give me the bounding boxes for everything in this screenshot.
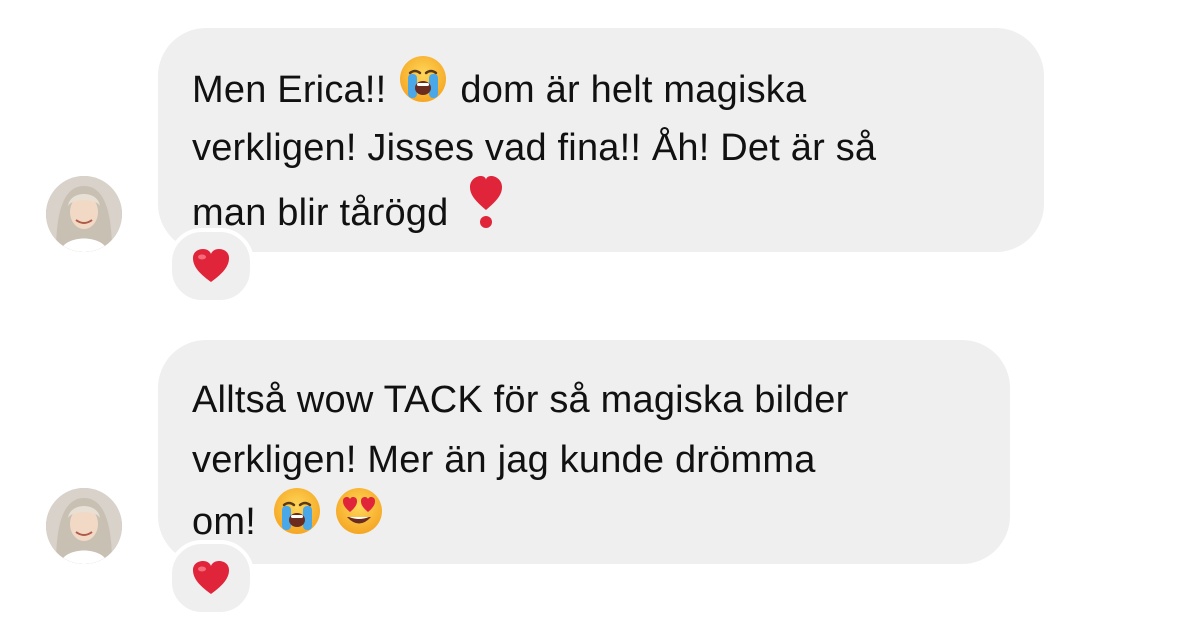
red-heart-icon (193, 249, 229, 282)
message-line: man blir tårögd (192, 176, 1010, 238)
user-avatar-icon (46, 176, 122, 252)
message-text: dom är helt magiska (460, 69, 807, 112)
reaction-badge[interactable] (168, 228, 254, 304)
message-text: Men Erica!! (192, 69, 387, 112)
loudly-crying-face-icon (398, 54, 448, 122)
loudly-crying-face-icon (272, 486, 322, 554)
message-line: verkligen! Mer än jag kunde drömma (192, 430, 976, 490)
message-bubble[interactable]: Alltså wow TACK för så magiska bilder ve… (158, 340, 1010, 564)
smiling-face-with-heart-eyes-icon (334, 486, 384, 554)
red-heart-icon (193, 561, 229, 594)
user-avatar-icon (46, 488, 122, 564)
message-text: om! (192, 501, 256, 544)
reaction-badge[interactable] (168, 540, 254, 616)
message-line: om! (192, 488, 976, 550)
avatar[interactable] (46, 176, 122, 252)
message-text: Alltså wow TACK för så magiska bilder (192, 379, 849, 421)
message-text: verkligen! Mer än jag kunde drömma (192, 439, 816, 481)
avatar[interactable] (46, 488, 122, 564)
message-line: verkligen! Jisses vad fina!! Åh! Det är … (192, 118, 1010, 178)
message-line: Alltså wow TACK för så magiska bilder (192, 370, 976, 430)
message-text: man blir tårögd (192, 192, 449, 235)
message-text: verkligen! Jisses vad fina!! Åh! Det är … (192, 127, 877, 169)
message-bubble[interactable]: Men Erica!! dom är helt magiska verklige… (158, 28, 1044, 252)
message-line: Men Erica!! dom är helt magiska (192, 56, 1010, 118)
heavy-exclamation-heart-icon (468, 174, 504, 248)
